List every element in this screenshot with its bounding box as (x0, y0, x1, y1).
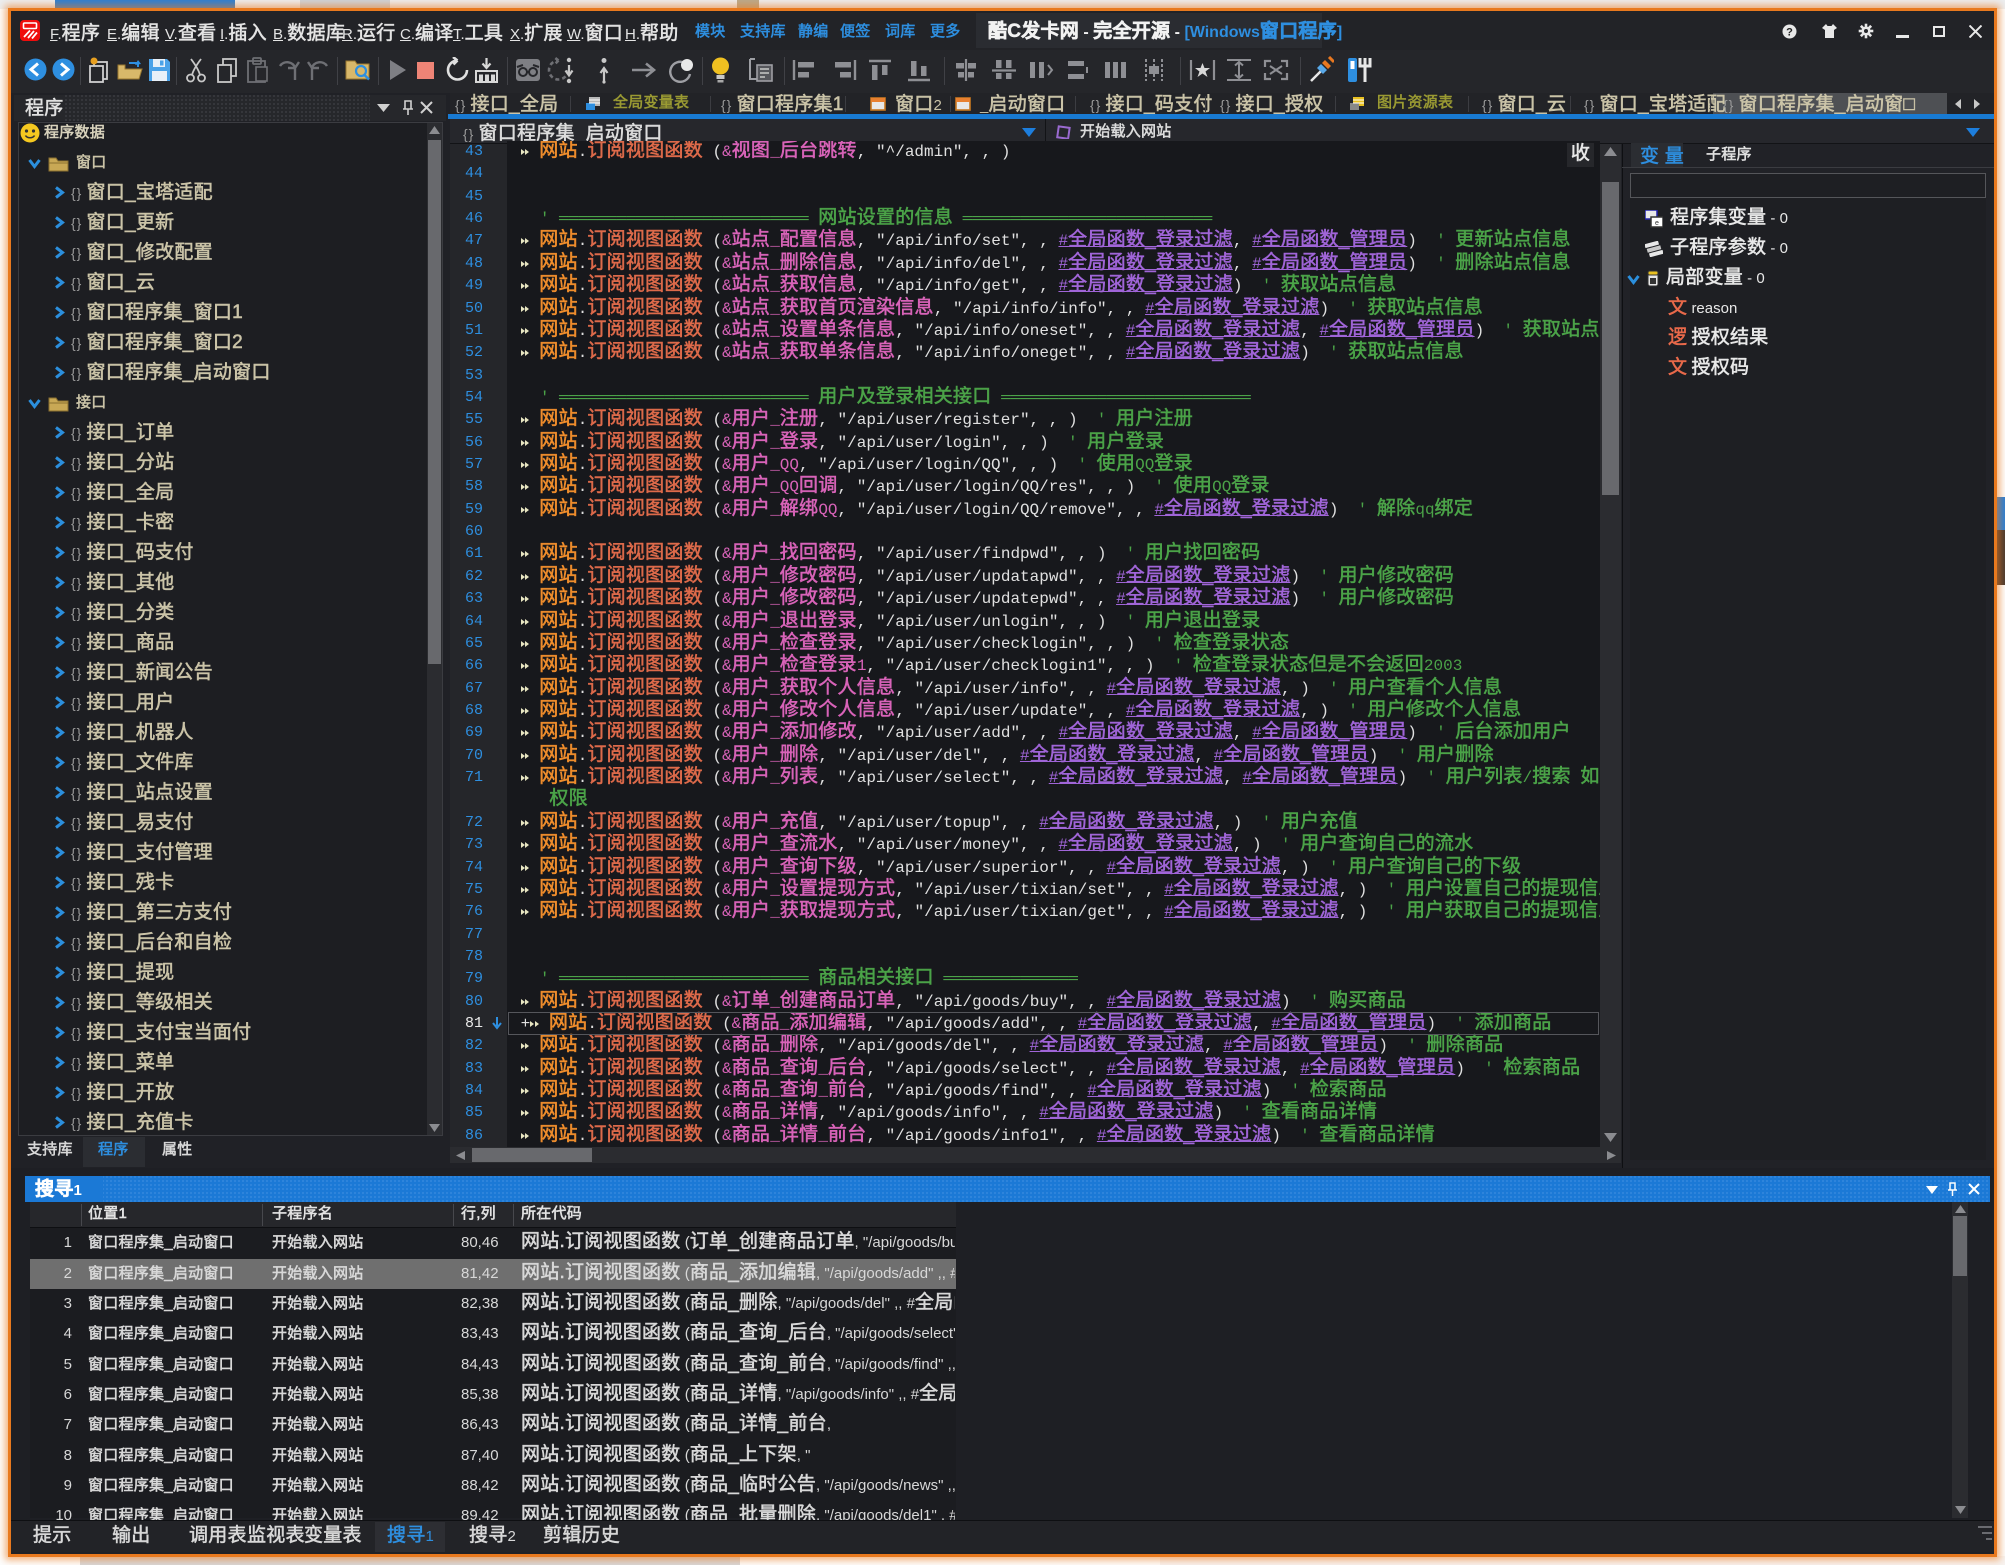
svg-text:?: ? (1786, 27, 1793, 39)
svg-text:e: e (1655, 220, 1659, 227)
